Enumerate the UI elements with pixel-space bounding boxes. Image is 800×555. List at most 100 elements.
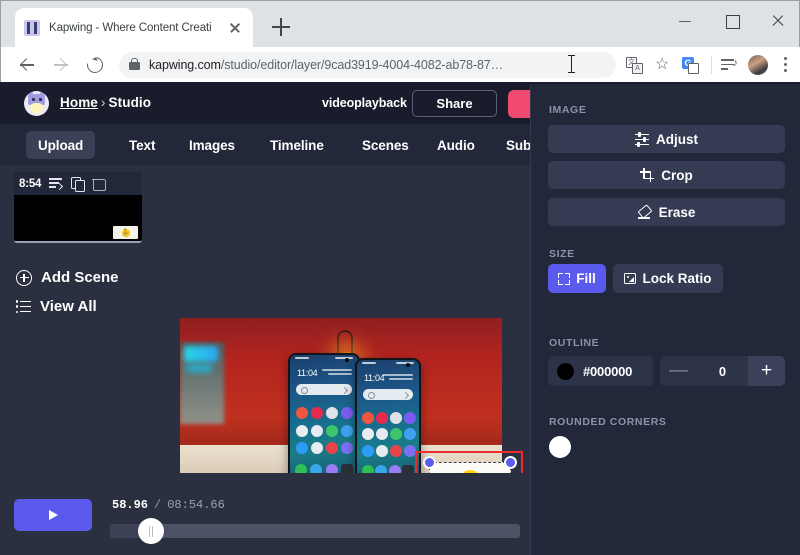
size-section-label: SIZE (549, 248, 575, 260)
play-button[interactable] (14, 499, 92, 531)
profile-avatar-icon[interactable] (745, 52, 771, 78)
outline-decrease-button[interactable]: — (660, 356, 697, 386)
size-controls: Fill Lock Ratio (548, 264, 723, 293)
lock-ratio-icon (624, 273, 637, 284)
scene-toolbar: 8:54 (14, 172, 142, 195)
breadcrumb-home-link[interactable]: Home (60, 95, 98, 110)
reading-list-icon[interactable]: ♪ (717, 52, 743, 78)
view-all-label: View All (40, 298, 97, 315)
tab-text[interactable]: Text (117, 131, 167, 159)
erase-icon (637, 205, 652, 219)
video-neon-sign-2 (186, 364, 212, 373)
bookmark-star-icon[interactable]: ☆ (650, 52, 676, 78)
google-translate-icon[interactable]: G (678, 52, 704, 78)
time-separator: / (154, 498, 162, 512)
scene-duration: 8:54 (19, 177, 42, 190)
address-bar[interactable]: kapwing.com/studio/editor/layer/9cad3919… (119, 52, 616, 78)
phone-right: 11:04 (355, 358, 421, 484)
close-window-button[interactable] (755, 1, 800, 41)
reorder-icon[interactable] (49, 178, 63, 189)
rounded-corners-label: ROUNDED CORNERS (549, 416, 667, 428)
share-button[interactable]: Share (412, 90, 497, 117)
view-all-button[interactable]: View All (16, 298, 97, 315)
breadcrumb: Home › Studio (60, 95, 151, 110)
image-section-label: IMAGE (549, 104, 587, 116)
scene-overlay-logo: 🏃 (113, 226, 138, 239)
browser-tab[interactable]: Kapwing - Where Content Creati (15, 8, 253, 47)
breadcrumb-current: Studio (108, 95, 152, 110)
minimize-button[interactable] (663, 1, 709, 41)
fill-label: Fill (576, 271, 596, 286)
scene-thumbnail[interactable]: 8:54 🏃 (14, 172, 142, 243)
list-icon (16, 300, 31, 313)
browser-toolbar: kapwing.com/studio/editor/layer/9cad3919… (1, 47, 800, 83)
lock-ratio-button[interactable]: Lock Ratio (613, 264, 723, 293)
fill-button[interactable]: Fill (548, 264, 606, 293)
url-text: kapwing.com/studio/editor/layer/9cad3919… (149, 58, 503, 72)
delete-icon[interactable] (91, 177, 106, 191)
video-neon-sign (184, 346, 218, 362)
tab-close-icon[interactable] (226, 19, 244, 37)
outline-width-stepper: — 0 + (660, 356, 785, 386)
plus-circle-icon (16, 269, 32, 286)
phone-left: 11:04 (288, 353, 360, 483)
add-scene-button[interactable]: Add Scene (16, 269, 119, 286)
outline-section-label: OUTLINE (549, 337, 600, 349)
outline-color-picker[interactable]: #000000 (548, 356, 653, 386)
crop-button[interactable]: Crop (548, 161, 785, 189)
phone-clock-right: 11:04 (364, 373, 385, 383)
scene-preview: 🏃 (14, 195, 142, 241)
right-panel: IMAGE Adjust Crop Erase SIZE Fill Lock R… (530, 84, 800, 555)
tab-timeline[interactable]: Timeline (258, 131, 336, 159)
total-time: 08:54.66 (167, 498, 225, 512)
tab-upload[interactable]: Upload (26, 131, 96, 159)
tab-title: Kapwing - Where Content Creati (49, 21, 212, 34)
fill-icon (558, 272, 571, 285)
outline-controls: #000000 — 0 + (548, 356, 785, 386)
tab-audio[interactable]: Audio (425, 131, 487, 159)
outline-color-value: #000000 (583, 363, 633, 379)
crop-icon (640, 168, 655, 182)
resize-handle-top-right[interactable] (504, 456, 517, 469)
erase-label: Erase (658, 204, 696, 220)
adjust-button[interactable]: Adjust (548, 125, 785, 153)
translate-icon[interactable]: 文A (622, 52, 648, 78)
window-controls (663, 1, 800, 41)
current-time: 58.96 (112, 498, 149, 512)
back-button[interactable] (13, 51, 41, 79)
time-display: 58.96 / 08:54.66 (112, 498, 225, 512)
outline-increase-button[interactable]: + (748, 356, 785, 386)
scrubber-track[interactable] (110, 518, 520, 544)
breadcrumb-separator: › (100, 95, 106, 110)
tab-scenes[interactable]: Scenes (350, 131, 421, 159)
project-name[interactable]: videoplayback (322, 96, 407, 110)
tab-images[interactable]: Images (177, 131, 247, 159)
screenshot-root: Kapwing - Where Content Creati kapwing.c… (0, 0, 800, 555)
adjust-label: Adjust (656, 131, 698, 147)
phone-clock-left: 11:04 (297, 368, 318, 378)
add-scene-label: Add Scene (41, 269, 119, 286)
erase-button[interactable]: Erase (548, 198, 785, 226)
play-icon (48, 510, 58, 520)
lock-icon (129, 57, 140, 70)
crop-label: Crop (661, 167, 693, 183)
lock-ratio-label: Lock Ratio (642, 271, 712, 286)
tab-strip: Kapwing - Where Content Creati (1, 1, 800, 47)
duplicate-icon[interactable] (71, 177, 85, 192)
forward-button[interactable] (47, 51, 75, 79)
rounded-corners-swatch[interactable] (549, 436, 571, 458)
new-tab-button[interactable] (269, 15, 293, 39)
kebab-menu-icon[interactable] (773, 52, 799, 78)
reload-button[interactable] (81, 51, 109, 79)
adjust-icon (635, 131, 649, 147)
scrubber-thumb[interactable] (138, 518, 164, 544)
text-cursor-icon (566, 55, 578, 74)
url-domain: kapwing.com (149, 58, 221, 72)
kapwing-cat-logo-icon[interactable] (24, 91, 49, 116)
playback-bar: 58.96 / 08:54.66 (0, 473, 530, 555)
outline-width-value[interactable]: 0 (697, 364, 748, 379)
resize-handle-top-left[interactable] (423, 456, 436, 469)
color-swatch (557, 362, 574, 380)
maximize-button[interactable] (709, 1, 755, 41)
browser-chrome: Kapwing - Where Content Creati kapwing.c… (0, 0, 800, 83)
